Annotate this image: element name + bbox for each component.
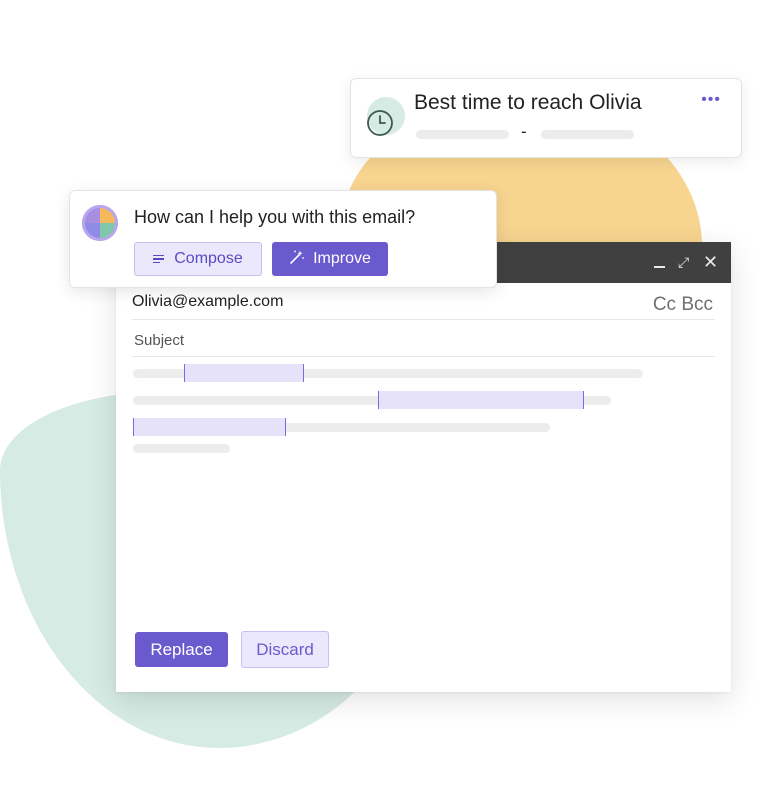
compose-window: ⤢ ✕ Olivia@example.com Cc Bcc Subject Re… xyxy=(116,242,731,692)
discard-button[interactable]: Discard xyxy=(241,631,329,668)
replace-button[interactable]: Replace xyxy=(135,632,228,667)
assistant-question: How can I help you with this email? xyxy=(134,207,416,227)
subject-field[interactable]: Subject xyxy=(134,332,184,349)
magic-wand-icon xyxy=(289,249,305,270)
to-row[interactable]: Olivia@example.com Cc Bcc xyxy=(132,283,715,320)
expand-icon[interactable]: ⤢ xyxy=(678,253,689,271)
more-icon[interactable]: ••• xyxy=(701,91,721,109)
lines-icon xyxy=(153,253,165,266)
subject-row[interactable]: Subject xyxy=(132,320,715,357)
clock-icon xyxy=(366,109,394,142)
best-time-card: Best time to reach Olivia ••• - xyxy=(350,78,742,158)
compose-button[interactable]: Compose xyxy=(134,242,262,276)
assistant-popup: How can I help you with this email? Comp… xyxy=(69,190,497,288)
time-placeholder-start xyxy=(416,130,509,139)
minimize-icon[interactable] xyxy=(654,266,665,268)
compose-button-label: Compose xyxy=(174,250,243,267)
time-separator: - xyxy=(521,122,527,141)
text-highlight xyxy=(378,391,584,409)
text-highlight xyxy=(133,418,286,436)
close-icon[interactable]: ✕ xyxy=(703,253,718,271)
best-time-title: Best time to reach Olivia xyxy=(414,91,642,114)
recipient-field[interactable]: Olivia@example.com xyxy=(132,293,283,311)
improve-button[interactable]: Improve xyxy=(272,242,388,276)
assistant-avatar xyxy=(82,205,118,241)
text-highlight xyxy=(184,364,304,382)
time-placeholder-end xyxy=(541,130,634,139)
body-text-line xyxy=(133,444,230,453)
cc-bcc-link[interactable]: Cc Bcc xyxy=(653,294,713,316)
improve-button-label: Improve xyxy=(313,250,371,267)
